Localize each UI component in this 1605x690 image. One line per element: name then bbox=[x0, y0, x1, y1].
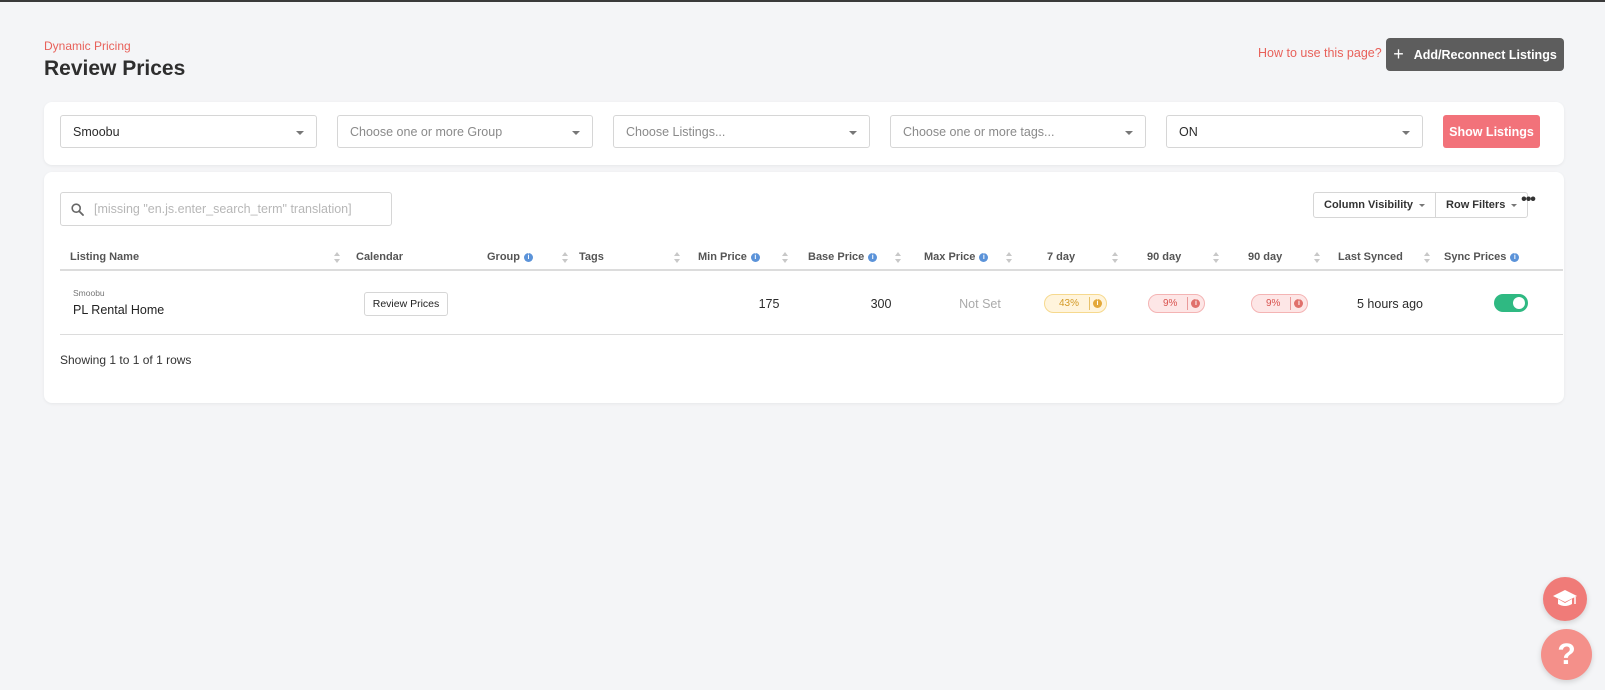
listings-select[interactable]: Choose Listings... bbox=[613, 115, 870, 148]
listing-name[interactable]: PL Rental Home bbox=[73, 303, 164, 317]
pagination-summary: Showing 1 to 1 of 1 rows bbox=[60, 353, 192, 367]
base-price-value[interactable]: 300 bbox=[856, 297, 906, 311]
table-header: Listing Name Calendar Group i Tags Min Pr… bbox=[60, 243, 1563, 271]
info-icon: i bbox=[1290, 297, 1307, 310]
chevron-down-icon bbox=[1125, 131, 1133, 135]
column-header-90-day-2[interactable]: 90 day bbox=[1248, 243, 1282, 271]
search-box[interactable] bbox=[60, 192, 392, 226]
column-header-90-day[interactable]: 90 day bbox=[1147, 243, 1181, 271]
show-listings-button[interactable]: Show Listings bbox=[1443, 115, 1540, 148]
chevron-down-icon bbox=[1419, 203, 1426, 207]
column-header-label: Calendar bbox=[356, 251, 404, 263]
occupancy-7-day-value: 43% bbox=[1059, 298, 1080, 309]
last-synced-value: 5 hours ago bbox=[1356, 297, 1424, 311]
graduation-cap-icon bbox=[1553, 590, 1577, 606]
occupancy-90-day-value-2: 9% bbox=[1266, 298, 1281, 309]
column-header-label: Min Price bbox=[698, 251, 747, 263]
pms-select-value: Smoobu bbox=[73, 124, 120, 139]
pms-select[interactable]: Smoobu bbox=[60, 115, 317, 148]
search-input[interactable] bbox=[94, 202, 384, 216]
column-header-base-price[interactable]: Base Price i bbox=[808, 243, 878, 271]
top-border bbox=[0, 0, 1605, 2]
filter-card: Smoobu Choose one or more Group Choose L… bbox=[44, 102, 1564, 165]
learning-center-button[interactable] bbox=[1543, 577, 1587, 621]
column-header-label: Listing Name bbox=[70, 251, 140, 263]
max-price-value[interactable]: Not Set bbox=[940, 297, 1020, 311]
listing-source: Smoobu bbox=[73, 288, 105, 298]
sort-icon[interactable] bbox=[1112, 252, 1118, 263]
tags-select-placeholder: Choose one or more tags... bbox=[903, 124, 1055, 139]
table-row: Smoobu PL Rental Home Review Prices 175 … bbox=[60, 273, 1563, 335]
column-header-sync-prices[interactable]: Sync Prices i bbox=[1444, 243, 1520, 271]
column-header-label: 7 day bbox=[1047, 251, 1076, 263]
listings-select-placeholder: Choose Listings... bbox=[626, 124, 726, 139]
column-header-label: 90 day bbox=[1248, 251, 1283, 263]
status-select[interactable]: ON bbox=[1166, 115, 1423, 148]
chevron-down-icon bbox=[1402, 131, 1410, 135]
sort-icon[interactable] bbox=[674, 252, 680, 263]
info-icon[interactable]: i bbox=[524, 252, 533, 262]
chevron-down-icon bbox=[849, 131, 857, 135]
column-header-listing-name[interactable]: Listing Name bbox=[70, 243, 139, 271]
sync-prices-toggle[interactable] bbox=[1494, 294, 1528, 312]
occupancy-90-day-value: 9% bbox=[1163, 298, 1178, 309]
chevron-down-icon bbox=[572, 131, 580, 135]
occupancy-7-day-badge[interactable]: 43% i bbox=[1044, 294, 1108, 313]
column-header-label: Base Price bbox=[808, 251, 865, 263]
more-options-button[interactable]: ••• bbox=[1518, 192, 1538, 214]
page-title: Review Prices bbox=[44, 57, 186, 80]
column-header-label: Tags bbox=[579, 251, 604, 263]
sort-icon[interactable] bbox=[782, 252, 788, 263]
column-header-last-synced[interactable]: Last Synced bbox=[1338, 243, 1403, 271]
info-icon: i bbox=[1089, 297, 1106, 310]
tags-select[interactable]: Choose one or more tags... bbox=[890, 115, 1146, 148]
min-price-value[interactable]: 175 bbox=[744, 297, 794, 311]
status-select-value: ON bbox=[1179, 124, 1198, 139]
column-header-min-price[interactable]: Min Price i bbox=[698, 243, 760, 271]
sort-icon[interactable] bbox=[1006, 252, 1012, 263]
add-reconnect-listings-button[interactable]: + Add/Reconnect Listings bbox=[1386, 38, 1564, 71]
info-icon[interactable]: i bbox=[979, 252, 989, 262]
column-header-tags[interactable]: Tags bbox=[579, 243, 604, 271]
plus-icon: + bbox=[1393, 43, 1404, 64]
breadcrumb[interactable]: Dynamic Pricing bbox=[44, 39, 131, 53]
search-icon bbox=[71, 202, 84, 216]
listings-table-card: Column Visibility Row Filters ••• Listin… bbox=[44, 172, 1564, 403]
column-header-7-day[interactable]: 7 day bbox=[1047, 243, 1075, 271]
column-header-label: Max Price bbox=[924, 251, 976, 263]
column-header-label: Last Synced bbox=[1338, 251, 1403, 263]
sort-icon[interactable] bbox=[1424, 252, 1430, 263]
sort-icon[interactable] bbox=[334, 252, 340, 263]
add-reconnect-label: Add/Reconnect Listings bbox=[1413, 47, 1557, 62]
review-prices-button[interactable]: Review Prices bbox=[364, 292, 448, 316]
info-icon[interactable]: i bbox=[750, 252, 760, 262]
info-icon[interactable]: i bbox=[868, 252, 878, 262]
group-select[interactable]: Choose one or more Group bbox=[337, 115, 593, 148]
chevron-down-icon bbox=[1511, 203, 1518, 207]
how-to-use-link[interactable]: How to use this page? bbox=[1258, 46, 1382, 60]
sort-icon[interactable] bbox=[895, 252, 901, 263]
column-header-calendar[interactable]: Calendar bbox=[356, 243, 403, 271]
column-header-max-price[interactable]: Max Price i bbox=[924, 243, 989, 271]
column-header-label: Group bbox=[487, 251, 520, 263]
occupancy-90-day-badge[interactable]: 9% i bbox=[1148, 294, 1206, 313]
sort-icon[interactable] bbox=[1213, 252, 1219, 263]
occupancy-90-day-badge-2[interactable]: 9% i bbox=[1251, 294, 1309, 313]
info-icon[interactable]: i bbox=[1510, 252, 1520, 262]
column-visibility-label: Column Visibility bbox=[1324, 199, 1414, 211]
sort-icon[interactable] bbox=[562, 252, 568, 263]
column-header-label: 90 day bbox=[1147, 251, 1182, 263]
column-header-label: Sync Prices bbox=[1444, 251, 1507, 263]
row-filters-button[interactable]: Row Filters bbox=[1435, 193, 1527, 217]
table-toolbar-buttons: Column Visibility Row Filters bbox=[1313, 192, 1529, 218]
group-select-placeholder: Choose one or more Group bbox=[350, 124, 503, 139]
column-header-group[interactable]: Group i bbox=[487, 243, 533, 271]
help-button[interactable]: ? bbox=[1541, 629, 1592, 680]
row-filters-label: Row Filters bbox=[1446, 199, 1506, 211]
column-visibility-button[interactable]: Column Visibility bbox=[1314, 193, 1435, 217]
sort-icon[interactable] bbox=[1314, 252, 1320, 263]
chevron-down-icon bbox=[296, 131, 304, 135]
info-icon: i bbox=[1187, 297, 1204, 310]
